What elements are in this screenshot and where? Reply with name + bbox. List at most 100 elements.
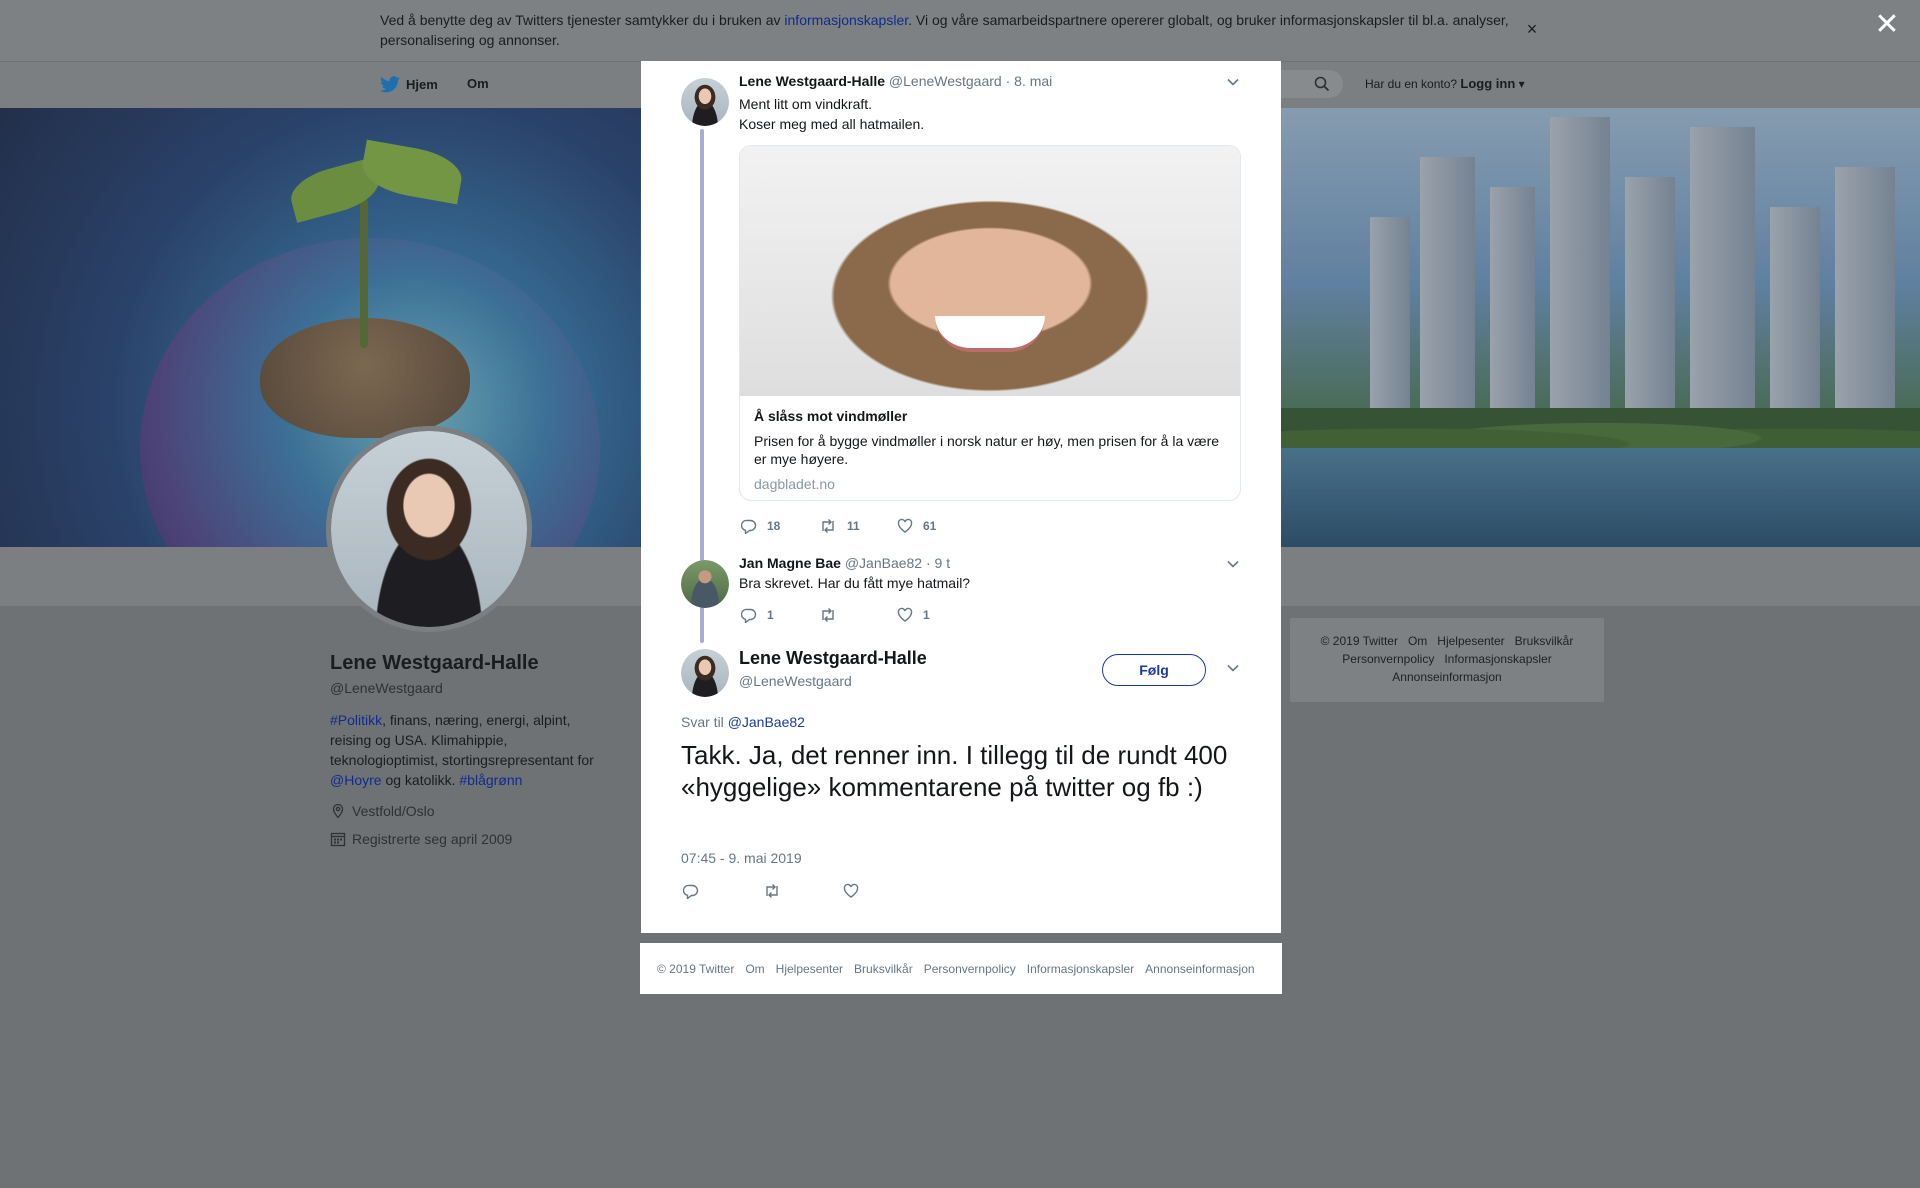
footer-link[interactable]: Personvernpolicy bbox=[1342, 652, 1434, 666]
bio-hashtag-link[interactable]: #blågrønn bbox=[459, 772, 522, 788]
tweet-author-name[interactable]: Lene Westgaard-Halle bbox=[739, 73, 885, 89]
profile-location: Vestfold/Oslo bbox=[330, 803, 435, 819]
retweet-button[interactable] bbox=[819, 607, 897, 623]
footer-link[interactable]: Annonseinformasjon bbox=[1145, 962, 1254, 976]
retweet-button[interactable]: 11 bbox=[819, 518, 897, 534]
footer-row: Personvernpolicy Informasjonskapsler bbox=[1290, 650, 1604, 668]
reply-icon bbox=[683, 884, 699, 899]
tweet-timestamp[interactable]: 07:45 - 9. mai 2019 bbox=[681, 850, 802, 866]
like-count: 61 bbox=[923, 519, 937, 533]
footer-link[interactable]: Annonseinformasjon bbox=[1392, 670, 1501, 684]
footer-link[interactable]: Personvernpolicy bbox=[924, 962, 1016, 976]
search-icon[interactable] bbox=[1314, 76, 1330, 92]
reply-button[interactable] bbox=[683, 883, 763, 899]
calendar-icon bbox=[330, 832, 346, 847]
link-card-image bbox=[740, 146, 1240, 396]
login-question: Har du en konto? bbox=[1365, 77, 1458, 91]
like-count: 1 bbox=[923, 608, 930, 622]
footer-link[interactable]: Hjelpesenter bbox=[776, 962, 843, 976]
like-icon bbox=[897, 607, 913, 622]
footer-link[interactable]: Om bbox=[745, 962, 764, 976]
like-button[interactable]: 61 bbox=[897, 518, 975, 534]
link-card-description: Prisen for å bygge vindmøller i norsk na… bbox=[754, 433, 1220, 467]
retweet-icon bbox=[766, 884, 778, 898]
tweet-actions bbox=[683, 883, 923, 899]
profile-bio: #Politikk, finans, næring, energi, alpin… bbox=[330, 710, 605, 790]
profile-location-text: Vestfold/Oslo bbox=[352, 803, 435, 819]
background-footer: © 2019 Twitter Om Hjelpesenter Bruksvilkår … bbox=[1290, 618, 1604, 702]
modal-footer: © 2019 Twitter Om Hjelpesenter Bruksvilk… bbox=[640, 943, 1282, 994]
close-icon[interactable]: ✕ bbox=[1872, 10, 1902, 40]
tweet-text: Takk. Ja, det renner inn. I tillegg til … bbox=[681, 740, 1228, 802]
login-prompt: Har du en konto? Logg inn ▾ bbox=[1365, 76, 1525, 91]
nav-home-label: Hjem bbox=[406, 77, 438, 92]
cookie-banner: Ved å benytte deg av Twitters tjenester … bbox=[0, 0, 1920, 61]
tweet-author-name[interactable]: Jan Magne Bae bbox=[739, 555, 841, 571]
bio-hashtag-link[interactable]: #Politikk bbox=[330, 712, 382, 728]
link-card-title: Å slåss mot vindmøller bbox=[754, 408, 908, 424]
tweet-header: Jan Magne Bae @JanBae82 · 9 t bbox=[739, 555, 950, 571]
footer-link[interactable]: Bruksvilkår bbox=[854, 962, 913, 976]
login-button[interactable]: Logg inn bbox=[1460, 76, 1515, 91]
link-card-domain: dagbladet.no bbox=[754, 476, 835, 492]
footer-link[interactable]: © 2019 Twitter bbox=[1321, 634, 1398, 648]
footer-link[interactable]: © 2019 Twitter bbox=[657, 962, 734, 976]
nav-about-link[interactable]: Om bbox=[467, 76, 489, 91]
thread-line bbox=[700, 129, 704, 615]
tweet-author-handle[interactable]: @JanBae82 bbox=[845, 555, 922, 571]
tweet-text-line: Ment litt om vindkraft. bbox=[739, 96, 873, 112]
reply-button[interactable]: 1 bbox=[741, 607, 819, 623]
profile-handle: @LeneWestgaard bbox=[330, 680, 443, 696]
reply-to-mention-link[interactable]: @JanBae82 bbox=[728, 714, 805, 730]
profile-name: Lene Westgaard-Halle bbox=[330, 652, 539, 674]
retweet-icon bbox=[822, 608, 834, 622]
reply-button[interactable]: 18 bbox=[741, 518, 819, 534]
tweet-author-name[interactable]: Lene Westgaard-Halle bbox=[739, 648, 927, 669]
cookie-close-button[interactable]: × bbox=[1522, 19, 1542, 39]
footer-row: © 2019 Twitter Om Hjelpesenter Bruksvilkår bbox=[1290, 632, 1604, 650]
tweet-author-handle[interactable]: @LeneWestgaard bbox=[739, 673, 852, 689]
tweet-header: Lene Westgaard-Halle @LeneWestgaard · 8.… bbox=[739, 73, 1052, 89]
footer-link[interactable]: Informasjonskapsler bbox=[1444, 652, 1551, 666]
avatar-image bbox=[681, 78, 729, 126]
tweet-date[interactable]: · 9 t bbox=[926, 555, 950, 571]
like-icon bbox=[843, 883, 859, 898]
reply-count: 18 bbox=[767, 519, 781, 533]
tweet-avatar[interactable] bbox=[681, 649, 729, 697]
location-icon bbox=[332, 803, 344, 819]
tweet-actions: 1 1 bbox=[741, 607, 975, 623]
cookie-policy-link[interactable]: informasjonskapsler bbox=[784, 12, 908, 28]
bio-mention-link[interactable]: @Hoyre bbox=[330, 772, 382, 788]
footer-row: Annonseinformasjon bbox=[1290, 668, 1604, 686]
avatar-image bbox=[681, 649, 729, 697]
like-button[interactable]: 1 bbox=[897, 607, 975, 623]
profile-avatar[interactable] bbox=[326, 426, 532, 632]
link-card[interactable]: Å slåss mot vindmøller Prisen for å bygg… bbox=[739, 145, 1241, 501]
reply-icon bbox=[741, 519, 757, 534]
caret-down-icon[interactable]: ▾ bbox=[1519, 77, 1525, 91]
tweet-author-handle[interactable]: @LeneWestgaard bbox=[889, 73, 1002, 89]
chevron-down-icon[interactable] bbox=[1226, 75, 1240, 89]
nav-home-link[interactable]: Hjem bbox=[380, 76, 438, 93]
tweet-avatar[interactable] bbox=[681, 78, 729, 126]
profile-joined-text: Registrerte seg april 2009 bbox=[352, 831, 513, 847]
cookie-text-before: Ved å benytte deg av Twitters tjenester … bbox=[380, 12, 785, 28]
reply-context-label: Svar til bbox=[681, 714, 724, 730]
like-button[interactable] bbox=[843, 883, 923, 899]
footer-link[interactable]: Om bbox=[1408, 634, 1427, 648]
tweet-date[interactable]: · 8. mai bbox=[1006, 73, 1053, 89]
follow-button[interactable]: Følg bbox=[1102, 654, 1206, 686]
footer-link[interactable]: Informasjonskapsler bbox=[1027, 962, 1134, 976]
twitter-bird-icon bbox=[380, 76, 400, 93]
chevron-down-icon[interactable] bbox=[1226, 661, 1240, 675]
retweet-icon bbox=[822, 519, 834, 533]
reply-count: 1 bbox=[767, 608, 774, 622]
footer-link[interactable]: Hjelpesenter bbox=[1437, 634, 1504, 648]
profile-joined: Registrerte seg april 2009 bbox=[330, 831, 512, 847]
footer-link[interactable]: Bruksvilkår bbox=[1515, 634, 1574, 648]
reply-context: Svar til @JanBae82 bbox=[681, 714, 805, 730]
reply-icon bbox=[741, 608, 757, 623]
chevron-down-icon[interactable] bbox=[1226, 557, 1240, 571]
retweet-button[interactable] bbox=[763, 883, 843, 899]
tweet-avatar[interactable] bbox=[681, 560, 729, 608]
